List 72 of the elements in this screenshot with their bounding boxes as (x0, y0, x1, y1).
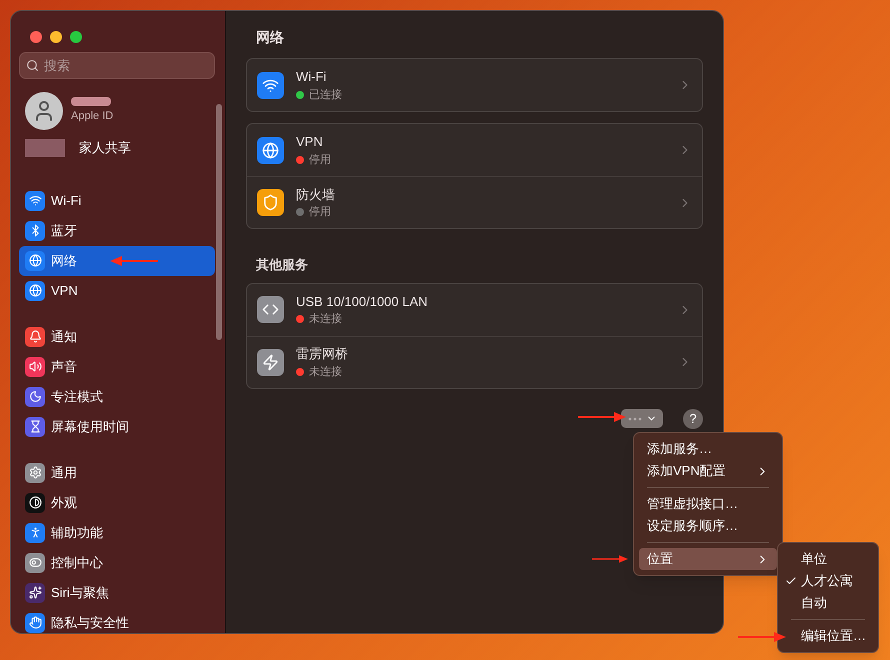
service-name: VPN (296, 133, 324, 151)
service-name: Wi-Fi (296, 68, 328, 86)
sidebar-item[interactable]: 辅助功能 (19, 518, 215, 548)
network-service[interactable]: 雷雳网桥 未连接 (296, 344, 666, 380)
lightning-icon (257, 348, 284, 376)
sidebar-item[interactable]: Wi-Fi (19, 186, 215, 216)
menu-item[interactable]: 位置 (639, 548, 777, 570)
menu-item[interactable]: 人才公寓 (783, 570, 873, 592)
sidebar-item[interactable]: 蓝牙 (19, 216, 215, 246)
menu-item[interactable]: 设定服务顺序… (639, 515, 777, 537)
status-text: 停用 (309, 152, 331, 168)
network-service[interactable]: VPN 停用 (296, 132, 666, 168)
help-button[interactable]: ? (683, 408, 703, 428)
person-icon (25, 522, 45, 542)
network-service[interactable]: 防火墙 停用 (296, 184, 666, 220)
status-text: 停用 (309, 205, 331, 220)
status-text: 已连接 (309, 88, 342, 102)
wifi-icon (25, 190, 45, 210)
sidebar-item[interactable]: 声音 (19, 352, 215, 382)
annotation-arrow (578, 412, 626, 422)
bell-icon (25, 326, 45, 346)
sidebar-item[interactable]: 通知 (19, 322, 215, 352)
sidebar-item[interactable]: 专注模式 (19, 382, 215, 412)
hourglass-icon (25, 416, 45, 436)
sidebar-item[interactable]: 屏幕使用时间 (19, 412, 215, 442)
search-icon (26, 59, 39, 72)
sidebar-item[interactable]: 网络 (19, 246, 215, 276)
hand-icon (25, 612, 45, 632)
menu-item[interactable]: 添加VPN配置 (639, 460, 777, 482)
sidebar-item[interactable]: 通用 (19, 458, 215, 488)
search-field[interactable]: 搜索 (19, 52, 215, 79)
status-text: 未连接 (309, 364, 342, 380)
service-name: 防火墙 (296, 186, 336, 204)
gear-icon (25, 462, 45, 482)
service-name: 雷雳网桥 (296, 345, 349, 363)
family-sharing-label[interactable]: 家人共享 (79, 138, 131, 158)
blurred-block (25, 138, 65, 157)
sidebar-item[interactable]: 控制中心 (19, 548, 215, 578)
menu-item[interactable]: 添加服务… (639, 438, 777, 460)
bluetooth-icon (25, 220, 45, 240)
shield-icon (257, 189, 284, 216)
menu-item[interactable]: 编辑位置… (783, 625, 873, 647)
menu-item[interactable]: 自动 (783, 592, 873, 614)
action-menu-button[interactable] (621, 409, 663, 428)
toggle-icon (25, 552, 45, 572)
status-text: 未连接 (309, 312, 342, 327)
globe-icon (25, 280, 45, 300)
globe-icon (25, 250, 45, 270)
annotation-arrow (592, 554, 628, 564)
blurred-block (71, 97, 111, 106)
network-service[interactable]: Wi-Fi 已连接 (296, 67, 666, 103)
sparkle-icon (25, 582, 45, 602)
sidebar-item[interactable]: VPN (19, 276, 215, 306)
service-name: USB 10/100/1000 LAN (296, 292, 429, 310)
sidebar-item[interactable]: Siri与聚焦 (19, 578, 215, 608)
speaker-icon (25, 356, 45, 376)
wifi-icon (257, 72, 284, 98)
network-service[interactable]: USB 10/100/1000 LAN 未连接 (296, 292, 666, 328)
globe-icon (257, 136, 284, 164)
ellipsis-icon (628, 416, 642, 420)
ethernet-icon (257, 296, 284, 323)
menu-item[interactable]: 管理虚拟接口… (639, 493, 777, 515)
window-title: 网络 (256, 28, 285, 47)
menu-item[interactable]: 单位 (783, 548, 873, 570)
sidebar-item[interactable]: 外观 (19, 488, 215, 518)
annotation-arrow (738, 632, 786, 642)
sidebar-item[interactable]: 隐私与安全性 (19, 608, 215, 633)
annotation-arrow (110, 256, 158, 266)
contrast-icon (25, 492, 45, 512)
moon-icon (25, 386, 45, 406)
section-heading: 其他服务 (256, 256, 309, 274)
account-subtitle: Apple ID (71, 109, 114, 124)
